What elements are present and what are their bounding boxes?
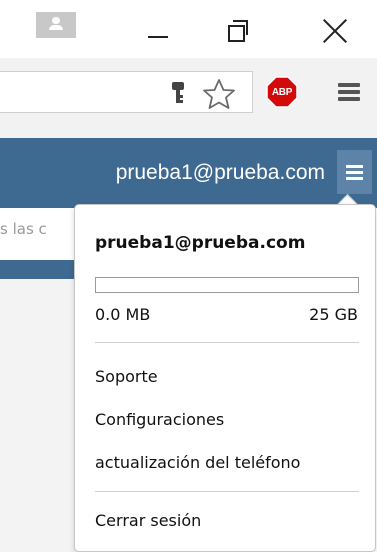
divider [95, 342, 359, 343]
page-content-area [0, 279, 80, 552]
menu-item-settings[interactable]: Configuraciones [95, 410, 224, 429]
close-icon[interactable] [322, 18, 348, 44]
account-dropdown-menu: prueba1@prueba.com 0.0 MB 25 GB Soporte … [74, 204, 376, 552]
user-icon-body [49, 25, 63, 30]
storage-used-label: 0.0 MB [95, 305, 151, 324]
account-email-link[interactable]: prueba1@prueba.com [116, 161, 325, 185]
adblock-plus-icon[interactable]: ABP [266, 76, 298, 108]
dropdown-account-email: prueba1@prueba.com [95, 233, 306, 253]
menu-item-support[interactable]: Soporte [95, 367, 158, 386]
table-header-bar [0, 260, 80, 279]
chrome-menu-icon[interactable] [338, 83, 360, 101]
abp-label: ABP [271, 86, 293, 98]
storage-total-label: 25 GB [309, 305, 358, 324]
storage-progress-bar [95, 277, 359, 293]
app-header: prueba1@prueba.com [0, 138, 377, 208]
menu-item-logout[interactable]: Cerrar sesión [95, 511, 201, 530]
star-icon[interactable] [202, 78, 236, 110]
hamburger-icon[interactable] [337, 150, 372, 194]
restore-icon[interactable] [228, 20, 248, 42]
minimize-icon[interactable] [148, 36, 168, 38]
divider [95, 491, 359, 492]
browser-toolbar: ABP [0, 58, 377, 138]
profile-button[interactable] [36, 12, 76, 38]
menu-item-phone-update[interactable]: actualización del teléfono [95, 453, 300, 472]
search-field-fragment[interactable]: s las c [0, 220, 80, 246]
user-icon [52, 17, 60, 24]
key-icon[interactable] [170, 82, 186, 106]
window-title-bar [0, 0, 377, 58]
